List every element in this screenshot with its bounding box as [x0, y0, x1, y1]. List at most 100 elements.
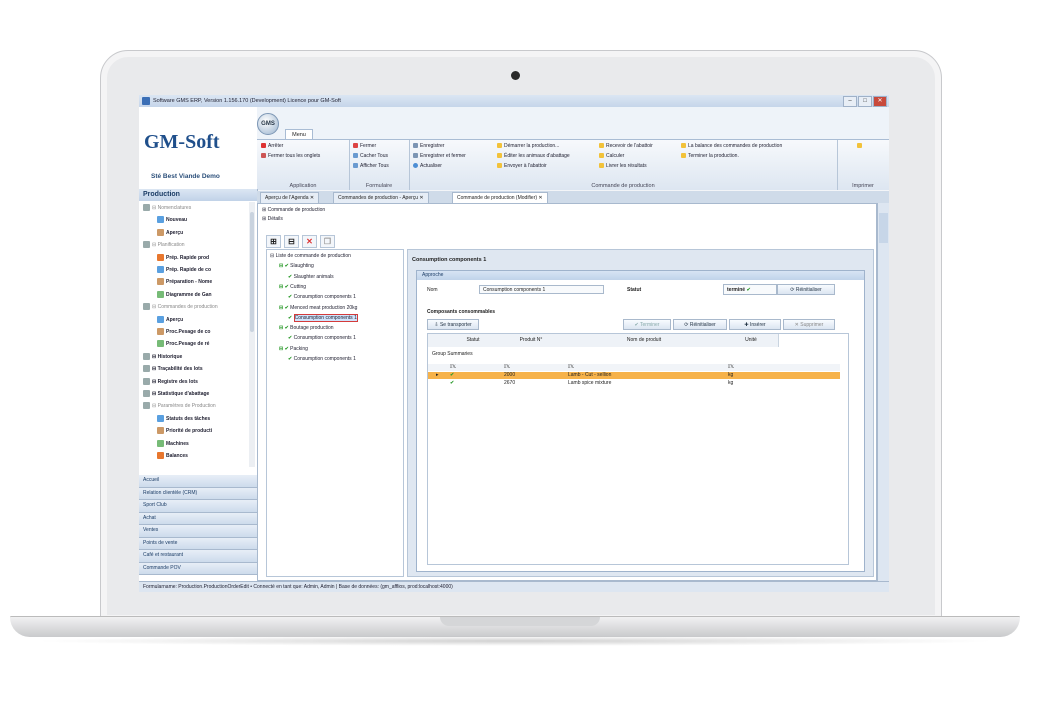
hide-all-button[interactable]: Cacher Tous	[353, 153, 388, 159]
production-tree-item[interactable]: ✔ Consumption components 1	[288, 294, 356, 300]
production-balance-button[interactable]: La balance des commandes de production	[681, 143, 782, 149]
finish-production-button[interactable]: Terminer la production.	[681, 153, 739, 159]
insert-button[interactable]: ✚ Insérer	[729, 319, 781, 330]
nav-button[interactable]: Relation clientèle (CRM)	[139, 487, 257, 500]
collapse-icon[interactable]: ⊟	[284, 235, 299, 248]
check-icon: ⊟ ✔	[279, 263, 291, 270]
production-tree-item[interactable]: ⊟ ✔ Slaughting	[279, 263, 314, 269]
tree-item-label: ⊟ Commandes de production	[152, 304, 218, 311]
edit-slaughter-animals-button[interactable]: Éditer les animaux d'abattage	[497, 153, 570, 159]
tree-item[interactable]: Nouveau	[157, 216, 187, 224]
production-tree-item[interactable]: ✔ Consumption components 1	[288, 313, 358, 322]
show-all-button[interactable]: Afficher Tous	[353, 163, 389, 169]
expand-icon[interactable]: ⊞	[266, 235, 281, 248]
tree-item-label: ⊟ Planification	[152, 242, 185, 249]
send-to-slaughterhouse-button[interactable]: Envoyer à l'abattoir	[497, 163, 547, 169]
tree-item[interactable]: ⊟ Commandes de production	[143, 303, 218, 311]
tree-toolbar: ⊞ ⊟ ✕ ❐	[266, 235, 335, 248]
nav-button[interactable]: Sport Club	[139, 500, 257, 513]
tree-item[interactable]: ⊟ Statistique d'abattage	[143, 390, 209, 397]
status-field[interactable]: terminé ✔	[723, 284, 777, 295]
table-row[interactable]: ✔ 2670 Lamb spice mixture kg	[428, 380, 840, 387]
status-bar: Formularname: Production.ProductionOrder…	[139, 581, 889, 592]
production-tree-item[interactable]: ⊟ ✔ Cutting	[279, 284, 306, 290]
finish-button[interactable]: ✔ Terminer	[623, 319, 671, 330]
production-tree-item[interactable]: ✔ Slaughter animals	[288, 274, 334, 280]
tree-item-icon	[157, 414, 164, 422]
app-menu-orb[interactable]: GMS	[257, 113, 279, 135]
tree-item[interactable]: Proc.Pesage de co	[157, 328, 210, 335]
filter-row[interactable]: 𝕀𝕏 𝕀𝕏 𝕀𝕏 𝕀𝕏	[428, 364, 840, 371]
save-button[interactable]: Enregistrer	[413, 143, 444, 149]
section-production-order[interactable]: ⊞ Commande de production	[262, 206, 325, 215]
delete-icon[interactable]: ✕	[302, 235, 317, 248]
production-tree-label: Boutage production	[290, 325, 334, 332]
tree-item[interactable]: Prép. Rapide de co	[157, 266, 211, 273]
print-button[interactable]	[857, 143, 864, 149]
tree-item-label: ⊟ Paramètres de Production	[152, 403, 216, 410]
tree-item-icon	[157, 216, 164, 224]
grid-header-product-name[interactable]: Nom de produit	[564, 334, 725, 347]
maximize-icon[interactable]: □	[858, 96, 872, 107]
grid-header-status[interactable]: Statut	[448, 334, 499, 347]
calculate-button[interactable]: Calculer	[599, 153, 624, 159]
section-details[interactable]: ⊞ Détails	[262, 215, 283, 224]
deliver-results-button[interactable]: Livrer les résultats	[599, 163, 647, 169]
tree-item-label: Prép. Rapide prod	[166, 254, 210, 261]
grid-header-product-no[interactable]: Produit N°	[498, 334, 565, 347]
close-form-button[interactable]: Fermer	[353, 143, 376, 149]
save-and-close-button[interactable]: Enregistrer et fermer	[413, 153, 466, 159]
production-tree-item[interactable]: ✔ Consumption components 1	[288, 335, 356, 341]
nav-button[interactable]: Points de vente	[139, 537, 257, 550]
delete-button[interactable]: ✕ Supprimer	[783, 319, 835, 330]
close-icon[interactable]: ✕	[873, 96, 887, 107]
table-row[interactable]: ▸ ✔ 2000 Lamb - Cut - sellion kg	[428, 372, 840, 379]
tree-item[interactable]: ⊟ Registre des lots	[143, 377, 198, 385]
production-tree-item[interactable]: ⊟ Liste de commande de production	[270, 253, 351, 259]
tree-item[interactable]: Prép. Rapide prod	[157, 253, 210, 261]
content-area: ⊞ Commande de production ⊞ Détails ⊞ ⊟ ✕…	[257, 203, 877, 581]
production-tree-item[interactable]: ✔ Consumption components 1	[288, 356, 356, 362]
window-title: Software GMS ERP, Version 1.156.170 (Dev…	[153, 98, 341, 104]
tree-item-label: Aperçu	[166, 229, 184, 236]
detail-panel: Consumption components 1 Approche Nom Co…	[407, 249, 874, 577]
nav-button[interactable]: Accueil	[139, 475, 257, 488]
tree-item-label: Prép. Rapide de co	[166, 267, 212, 273]
copy-icon[interactable]: ❐	[320, 235, 335, 248]
reset-button[interactable]: ⟳ Réinitialiser	[673, 319, 727, 330]
side-tab[interactable]	[879, 213, 888, 243]
tree-item[interactable]: ⊟ Nomenclatures	[143, 204, 191, 211]
nav-button[interactable]: Achat	[139, 512, 257, 525]
production-tree-item[interactable]: ⊟ ✔ Boutage production	[279, 325, 334, 331]
load-button[interactable]: ⇩ Se transporter	[427, 319, 479, 330]
refresh-button[interactable]: Actualiser	[413, 163, 442, 169]
tree-item[interactable]: Priorité de producti	[157, 427, 212, 435]
tree-item[interactable]: Diagramme de Gan	[157, 290, 212, 298]
tree-item[interactable]: Statuts des tâches	[157, 414, 210, 422]
grid-header-unit[interactable]: Unité	[724, 334, 779, 347]
nav-button[interactable]: Ventes	[139, 525, 257, 538]
tree-item[interactable]: Aperçu	[157, 228, 184, 236]
tree-scrollbar[interactable]	[249, 202, 255, 467]
tree-item[interactable]: ⊟ Traçabilité des lots	[143, 365, 203, 373]
close-all-tabs-button[interactable]: Fermer tous les onglets	[261, 153, 320, 159]
name-input[interactable]: Consumption components 1	[479, 285, 604, 294]
stop-button[interactable]: Arrêter	[261, 143, 283, 149]
tree-item[interactable]: Aperçu	[157, 315, 183, 323]
tree-item[interactable]: Machines	[157, 439, 189, 447]
start-production-button[interactable]: Démarrer la production...	[497, 143, 559, 149]
production-tree-item[interactable]: ⊟ ✔ Menced meat production 20kg	[279, 305, 357, 311]
tree-item[interactable]: ⊟ Planification	[143, 241, 185, 249]
tree-item[interactable]: ⊟ Paramètres de Production	[143, 402, 216, 410]
receive-from-slaughterhouse-button[interactable]: Recevoir de l'abattoir	[599, 143, 653, 149]
check-icon: ✔	[746, 287, 751, 293]
minimize-icon[interactable]: –	[843, 96, 857, 107]
tree-item[interactable]: ⊟ Historique	[143, 352, 182, 360]
reset-status-button[interactable]: ⟳ Réinitialiser	[777, 284, 835, 295]
nav-button[interactable]: Café et restaurant	[139, 550, 257, 563]
production-tree-item[interactable]: ⊟ ✔ Packing	[279, 346, 308, 352]
tree-item[interactable]: Proc.Pesage de ré	[157, 340, 209, 348]
nav-button[interactable]: Commande POV	[139, 562, 257, 575]
tree-item[interactable]: Balances	[157, 452, 188, 459]
tree-item[interactable]: Préparation - Nome	[157, 278, 212, 286]
